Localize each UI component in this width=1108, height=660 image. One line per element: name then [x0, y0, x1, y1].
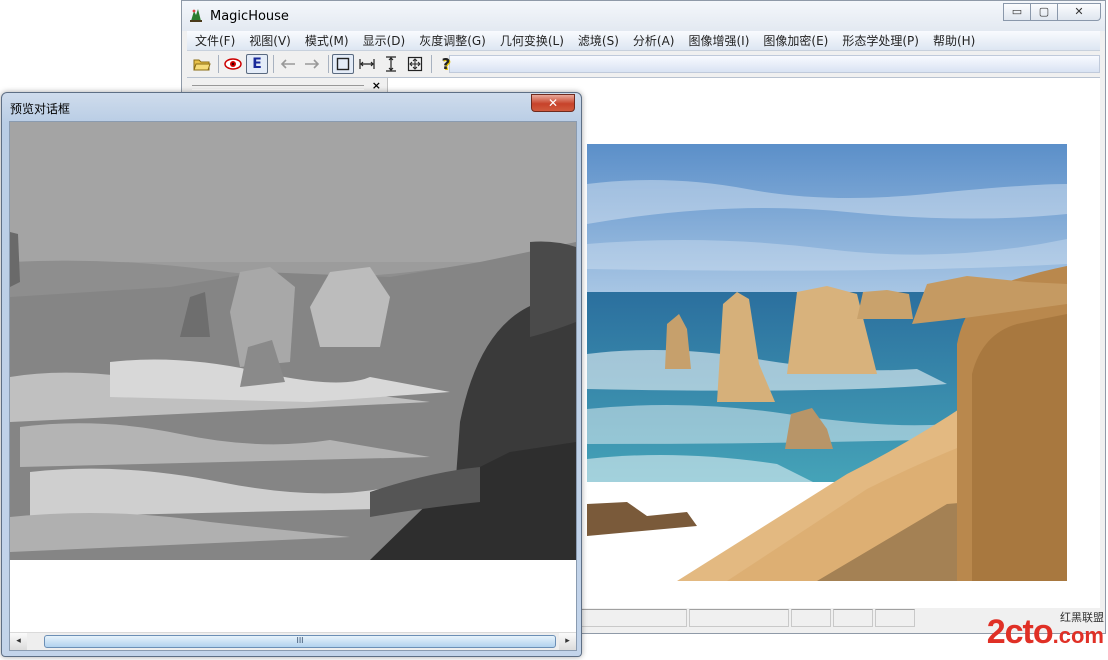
edit-button[interactable]: E [246, 54, 268, 74]
eye-icon [224, 58, 242, 70]
menu-morphology[interactable]: 形态学处理(P) [842, 32, 919, 49]
magichouse-app-icon [190, 9, 202, 22]
menu-mode[interactable]: 模式(M) [305, 32, 349, 49]
view-button[interactable] [222, 54, 244, 74]
edit-icon: E [252, 56, 262, 72]
close-button[interactable]: ✕ [1057, 3, 1101, 21]
main-titlebar[interactable]: MagicHouse ▭ ▢ ✕ [182, 1, 1105, 31]
help-button[interactable]: ? [435, 54, 457, 74]
status-cell-5 [875, 609, 915, 627]
toolbar: E ? [187, 53, 1100, 75]
watermark-logo: 2cto [986, 613, 1054, 651]
scroll-thumb[interactable]: III [44, 635, 556, 648]
watermark-tagline: 红黑联盟 [1060, 611, 1104, 624]
menu-geometry[interactable]: 几何变换(L) [500, 32, 564, 49]
open-button[interactable] [191, 54, 213, 74]
menu-analysis[interactable]: 分析(A) [633, 32, 675, 49]
menu-file[interactable]: 文件(F) [195, 32, 235, 49]
status-cell-2 [689, 609, 789, 627]
watermark-domain: .com [1052, 623, 1104, 648]
preview-client-area: ◂ III ▸ [9, 121, 577, 651]
status-cell-4 [833, 609, 873, 627]
side-pane-grip[interactable] [192, 85, 364, 90]
site-watermark: 2cto.com 红黑联盟 [986, 611, 1104, 652]
forward-button[interactable] [301, 54, 323, 74]
menu-enhance[interactable]: 图像增强(I) [688, 32, 749, 49]
fit-width-button[interactable] [356, 54, 378, 74]
status-cell-3 [791, 609, 831, 627]
help-icon: ? [441, 55, 451, 73]
grayscale-preview-image [10, 122, 576, 560]
fit-window-button[interactable] [404, 54, 426, 74]
preview-dialog: 预览对话框 ✕ ◂ III ▸ [1, 92, 582, 657]
source-photo [587, 144, 1067, 581]
menu-filter[interactable]: 滤境(S) [578, 32, 619, 49]
scroll-right-arrow[interactable]: ▸ [559, 633, 576, 650]
main-window-title: MagicHouse [210, 9, 289, 24]
scroll-left-arrow[interactable]: ◂ [10, 633, 27, 650]
actual-size-icon [336, 57, 350, 71]
menu-display[interactable]: 显示(D) [363, 32, 406, 49]
fit-height-icon [386, 56, 396, 72]
maximize-button[interactable]: ▢ [1030, 3, 1058, 21]
minimize-button[interactable]: ▭ [1003, 3, 1031, 21]
fit-window-icon [407, 56, 423, 72]
menu-bar: 文件(F) 视图(V) 模式(M) 显示(D) 灰度调整(G) 几何变换(L) … [187, 31, 1100, 51]
menu-encrypt[interactable]: 图像加密(E) [763, 32, 828, 49]
open-folder-icon [193, 59, 211, 71]
preview-close-button[interactable]: ✕ [531, 94, 575, 112]
side-pane-close-button[interactable]: × [372, 79, 381, 92]
menu-grayscale[interactable]: 灰度调整(G) [419, 32, 486, 49]
back-button[interactable] [277, 54, 299, 74]
horizontal-scrollbar[interactable]: ◂ III ▸ [10, 632, 576, 650]
arrow-left-icon [280, 59, 295, 69]
actual-size-button[interactable] [332, 54, 354, 74]
fit-width-icon [359, 59, 375, 69]
menu-help[interactable]: 帮助(H) [933, 32, 975, 49]
fit-height-button[interactable] [380, 54, 402, 74]
menu-view[interactable]: 视图(V) [249, 32, 291, 49]
preview-dialog-title: 预览对话框 [10, 102, 71, 116]
arrow-right-icon [305, 59, 320, 69]
